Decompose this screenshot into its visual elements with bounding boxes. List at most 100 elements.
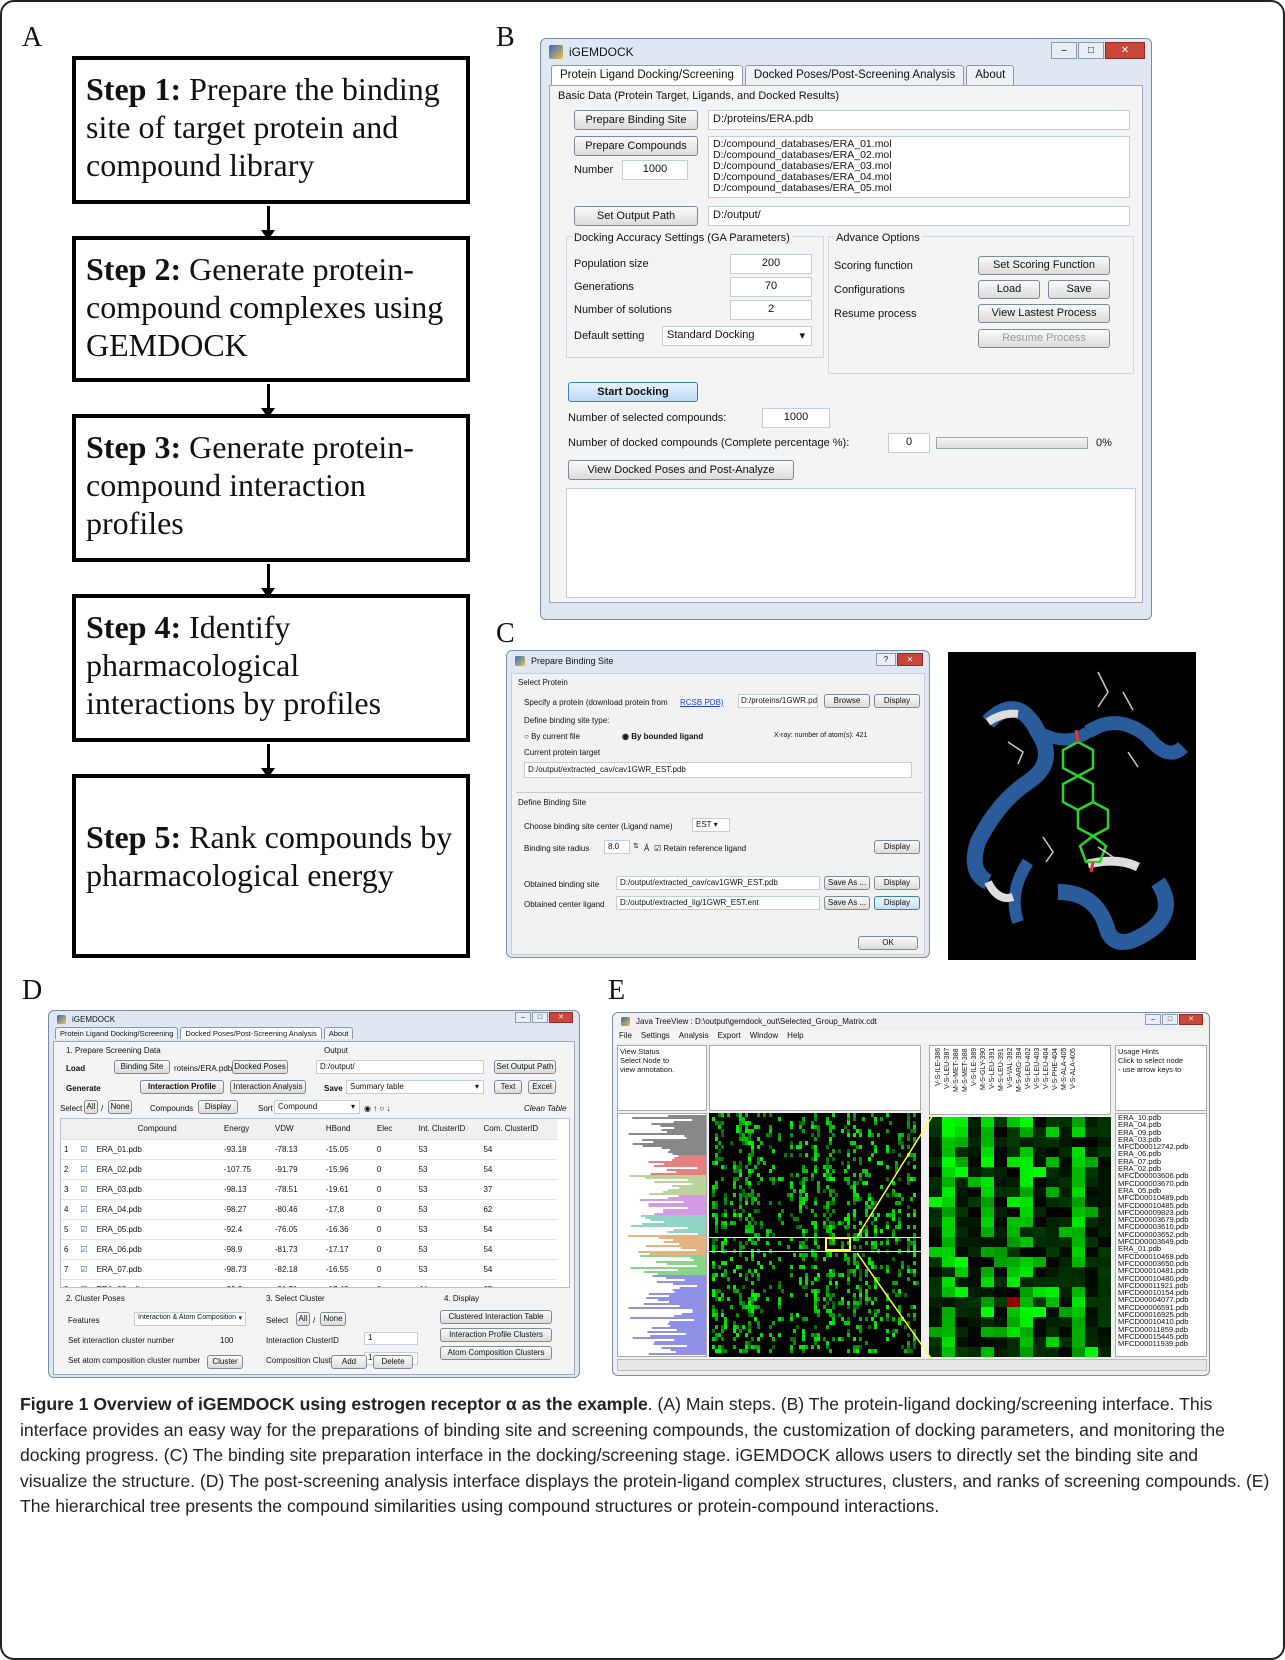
row-checkbox[interactable]: ☑ — [77, 1279, 94, 1287]
select-none-button[interactable]: None — [108, 1100, 132, 1114]
d-output-field[interactable]: D:/output/ — [316, 1060, 484, 1074]
log-area[interactable] — [566, 488, 1136, 598]
excel-button[interactable]: Excel — [528, 1080, 556, 1094]
save-format-select[interactable]: Summary table ▾ — [346, 1080, 484, 1094]
table-row[interactable]: 7 ☑ ERA_07.pdb -98.73 -82.18 -16.55 0 53 54 — [61, 1259, 557, 1280]
add-button[interactable]: Add — [331, 1355, 367, 1369]
protein-structure-view[interactable] — [948, 652, 1196, 960]
current-target-field[interactable]: D:/output/extracted_cav/cav1GWR_EST.pdb — [524, 762, 912, 778]
row-checkbox[interactable]: ☑ — [77, 1199, 94, 1220]
docked-poses-button[interactable]: Docked Poses — [232, 1060, 288, 1074]
table-row[interactable]: 3 ☑ ERA_03.pdb -98.13 -78.51 -19.61 0 53 37 — [61, 1179, 557, 1200]
select-all-button[interactable]: All — [84, 1100, 98, 1114]
table-row[interactable]: 6 ☑ ERA_06.pdb -98.9 -81.73 -17.17 0 53 54 — [61, 1239, 557, 1260]
features-select[interactable]: Interaction & Atom Composition ▾ — [134, 1312, 246, 1326]
browse-button[interactable]: Browse — [824, 694, 870, 708]
display-ligand-button[interactable]: Display — [874, 896, 920, 910]
set-scoring-function-button[interactable]: Set Scoring Function — [978, 256, 1110, 275]
start-docking-button[interactable]: Start Docking — [568, 382, 698, 402]
minimize-icon[interactable]: – — [1145, 1014, 1161, 1025]
spinner-icon[interactable]: ⇅ — [633, 842, 639, 850]
table-row[interactable]: 5 ☑ ERA_05.pdb -92.4 -76.05 -16.36 0 53 54 — [61, 1219, 557, 1240]
set-output-path-button[interactable]: Set Output Path — [574, 206, 698, 226]
close-icon[interactable]: ✕ — [897, 653, 923, 666]
display-obtained-site-button[interactable]: Display — [874, 876, 920, 890]
output-path-field[interactable]: D:/output/ — [708, 206, 1130, 226]
row-checkbox[interactable]: ☑ — [77, 1179, 94, 1200]
maximize-icon[interactable]: □ — [1078, 42, 1104, 59]
compound-label-pane[interactable]: ERA_10.pdb ERA_04.pdb ERA_09.pdb ERA_03.pdb… — [1115, 1113, 1207, 1357]
generations-field[interactable]: 70 — [730, 277, 812, 297]
ok-button[interactable]: OK — [858, 936, 918, 950]
binding-site-button[interactable]: Binding Site — [114, 1060, 170, 1074]
cluster-button[interactable]: Cluster — [207, 1355, 243, 1369]
interaction-profile-button[interactable]: Interaction Profile — [140, 1080, 224, 1094]
int-cluster-number[interactable]: 100 — [220, 1336, 233, 1345]
tab-about[interactable]: About — [966, 65, 1015, 85]
menu-analysis[interactable]: Analysis — [679, 1031, 709, 1043]
table-row[interactable]: 1 ☑ ERA_01.pdb -93.18 -78.13 -15.05 0 53 54 — [61, 1139, 557, 1160]
menu-export[interactable]: Export — [718, 1031, 741, 1043]
row-checkbox[interactable]: ☑ — [77, 1239, 94, 1260]
population-field[interactable]: 200 — [730, 254, 812, 274]
tab-post-screening[interactable]: Docked Poses/Post-Screening Analysis — [744, 65, 965, 85]
compound-list[interactable]: D:/compound_databases/ERA_01.mol D:/comp… — [708, 136, 1130, 198]
save-button[interactable]: Save — [1048, 280, 1110, 299]
menu-file[interactable]: File — [619, 1031, 632, 1043]
profile-clusters-button[interactable]: Interaction Profile Clusters — [440, 1328, 552, 1342]
binding-site-path[interactable]: D:/proteins/ERA.pdb — [708, 110, 1130, 130]
prepare-compounds-button[interactable]: Prepare Compounds — [574, 136, 698, 156]
sort-order-radios[interactable]: ◉ ↑ ○ ↓ — [364, 1104, 390, 1113]
row-checkbox[interactable]: ☑ — [77, 1259, 94, 1280]
display-compounds-button[interactable]: Display — [198, 1100, 238, 1114]
sort-select[interactable]: Compound ▾ — [274, 1100, 360, 1114]
obtained-site-field[interactable]: D:/output/extracted_cav/cav1GWR_EST.pdb — [616, 876, 820, 890]
obtained-ligand-field[interactable]: D:/output/extracted_lig/1GWR_EST.ent — [616, 896, 820, 910]
resume-process-button[interactable]: Resume Process — [978, 329, 1110, 348]
table-row[interactable]: 4 ☑ ERA_04.pdb -98.27 -80.46 -17.8 0 53 62 — [61, 1199, 557, 1220]
by-bounded-ligand-radio[interactable]: ◉ By bounded ligand — [622, 732, 703, 741]
prepare-binding-site-button[interactable]: Prepare Binding Site — [574, 110, 698, 130]
row-checkbox[interactable]: ☑ — [77, 1159, 94, 1180]
maximize-icon[interactable]: □ — [532, 1012, 548, 1023]
ligand-select[interactable]: EST ▾ — [692, 818, 730, 832]
table-row[interactable]: 2 ☑ ERA_02.pdb -107.75 -91.79 -15.96 0 53 54 — [61, 1159, 557, 1180]
delete-button[interactable]: Delete — [373, 1355, 413, 1369]
view-latest-process-button[interactable]: View Lastest Process — [978, 304, 1110, 323]
cluster-select-all-button[interactable]: All — [296, 1312, 310, 1326]
by-current-file-radio[interactable]: ○ By current file — [524, 732, 580, 741]
tab-docking[interactable]: Protein Ligand Docking/Screening — [55, 1027, 179, 1039]
protein-path-field[interactable]: D:/proteins/1GWR.pd — [738, 694, 818, 708]
view-docked-poses-button[interactable]: View Docked Poses and Post-Analyze — [568, 460, 794, 480]
display-button[interactable]: Display — [874, 694, 920, 708]
menu-settings[interactable]: Settings — [641, 1031, 670, 1043]
dendrogram-pane[interactable] — [617, 1113, 707, 1357]
help-icon[interactable]: ? — [876, 653, 896, 666]
clustered-table-button[interactable]: Clustered Interaction Table — [440, 1310, 552, 1324]
tab-docking[interactable]: Protein Ligand Docking/Screening — [551, 65, 743, 85]
close-icon[interactable]: ✕ — [1179, 1014, 1203, 1025]
atom-clusters-button[interactable]: Atom Composition Clusters — [440, 1346, 552, 1360]
d-set-output-button[interactable]: Set Output Path — [494, 1060, 556, 1074]
menu-window[interactable]: Window — [750, 1031, 778, 1043]
tab-about[interactable]: About — [323, 1027, 354, 1039]
int-cluster-id-field[interactable]: 1 — [364, 1332, 418, 1345]
save-as-site-button[interactable]: Save As ... — [824, 876, 870, 890]
menu-help[interactable]: Help — [787, 1031, 803, 1043]
cluster-select-none-button[interactable]: None — [320, 1312, 346, 1326]
maximize-icon[interactable]: □ — [1162, 1014, 1178, 1025]
solutions-field[interactable]: 2 — [730, 300, 812, 320]
radius-field[interactable]: 8.0 — [604, 840, 630, 854]
table-row[interactable]: 8☑ERA_08.pdb-99.2-81.71-17.4804465 — [61, 1279, 557, 1287]
horizontal-scrollbar[interactable] — [617, 1359, 1207, 1371]
minimize-icon[interactable]: – — [515, 1012, 531, 1023]
display-site-button[interactable]: Display — [874, 840, 920, 854]
zoom-selection-box[interactable] — [825, 1237, 851, 1251]
interaction-analysis-button[interactable]: Interaction Analysis — [230, 1080, 306, 1094]
save-as-ligand-button[interactable]: Save As ... — [824, 896, 870, 910]
close-icon[interactable]: ✕ — [549, 1012, 573, 1023]
row-checkbox[interactable]: ☑ — [77, 1219, 94, 1240]
close-icon[interactable]: ✕ — [1105, 42, 1145, 59]
zoom-heatmap[interactable] — [929, 1117, 1111, 1357]
tab-post-screening[interactable]: Docked Poses/Post-Screening Analysis — [180, 1027, 322, 1039]
